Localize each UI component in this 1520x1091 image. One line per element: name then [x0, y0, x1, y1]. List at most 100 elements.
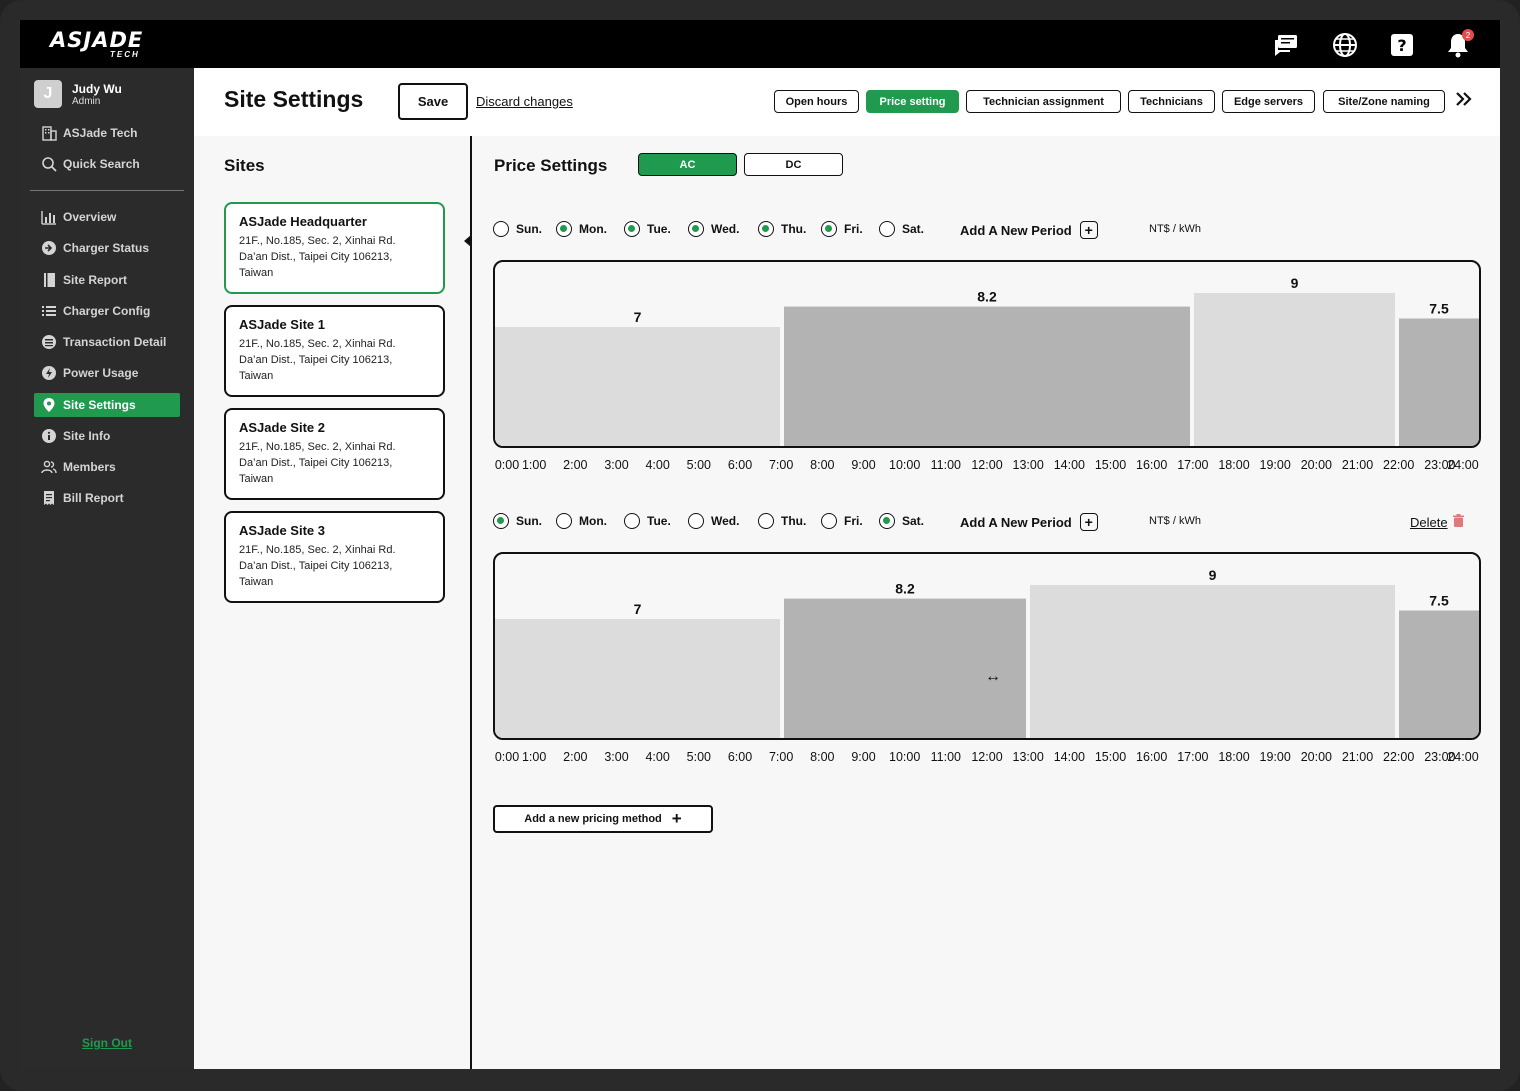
price-period-bar[interactable]: [495, 619, 780, 738]
tab-site-zone-naming[interactable]: Site/Zone naming: [1323, 90, 1445, 113]
chat-icon[interactable]: [1272, 31, 1300, 59]
radio-button[interactable]: [688, 221, 704, 237]
user-profile[interactable]: J Judy Wu Admin: [34, 80, 122, 108]
sidebar-item-members[interactable]: Members: [34, 455, 180, 479]
site-name: ASJade Site 2: [239, 420, 325, 435]
tab-price-setting[interactable]: Price setting: [866, 90, 959, 113]
sidebar-item-power-usage[interactable]: Power Usage: [34, 361, 180, 385]
radio-button[interactable]: [821, 221, 837, 237]
sidebar-item-charger-config[interactable]: Charger Config: [34, 299, 180, 323]
radio-button[interactable]: [556, 221, 572, 237]
day-option-sat[interactable]: Sat.: [879, 513, 924, 529]
pricing-method-1-days: Sun. Mon. Tue. Wed. Thu. Fri. Sat. Add A New Pe…: [493, 221, 1493, 241]
price-period-bar[interactable]: [1399, 318, 1479, 447]
radio-button[interactable]: [758, 513, 774, 529]
site-card-site-3[interactable]: ASJade Site 3 21F., No.185, Sec. 2, Xinh…: [224, 511, 445, 603]
hour-tick-label: 9:00: [851, 750, 876, 764]
day-option-tue[interactable]: Tue.: [624, 221, 671, 237]
price-period-bar[interactable]: [1194, 293, 1395, 446]
radio-button[interactable]: [879, 513, 895, 529]
bell-icon[interactable]: 2: [1444, 29, 1474, 59]
price-chart-1[interactable]: 7 8.2 9 7.5: [493, 260, 1481, 448]
price-period-bar[interactable]: [495, 327, 780, 446]
day-option-fri[interactable]: Fri.: [821, 513, 863, 529]
tab-open-hours[interactable]: Open hours: [774, 90, 859, 113]
hour-tick-label: 6:00: [727, 750, 753, 764]
add-period-label: Add A New Period: [960, 514, 1072, 530]
sidebar-item-asjade-tech[interactable]: ASJade Tech: [34, 121, 180, 145]
radio-button[interactable]: [879, 221, 895, 237]
radio-button[interactable]: [493, 513, 509, 529]
tab-technicians[interactable]: Technicians: [1128, 90, 1215, 113]
add-pricing-method-button[interactable]: Add a new pricing method +: [493, 805, 713, 833]
sidebar-item-label: ASJade Tech: [63, 126, 138, 140]
hour-tick-label: 13:00: [1012, 750, 1044, 764]
sidebar-item-transaction-detail[interactable]: Transaction Detail: [34, 330, 180, 354]
tab-edge-servers[interactable]: Edge servers: [1222, 90, 1315, 113]
more-tabs-icon[interactable]: [1454, 90, 1474, 114]
radio-button[interactable]: [556, 513, 572, 529]
sidebar-item-site-info[interactable]: Site Info: [34, 424, 180, 448]
book-icon: [41, 272, 57, 288]
price-period-bar[interactable]: [1399, 610, 1479, 739]
price-chart-2[interactable]: 7 8.2 9 7.5: [493, 552, 1481, 740]
site-address-line: Da’an Dist., Taipei City 106213,: [239, 251, 393, 263]
day-option-sun[interactable]: Sun.: [493, 221, 542, 237]
ac-toggle-button[interactable]: AC: [638, 153, 737, 176]
hour-tick-label: 18:00: [1218, 458, 1250, 472]
radio-button[interactable]: [688, 513, 704, 529]
radio-button[interactable]: [624, 221, 640, 237]
day-option-sun[interactable]: Sun.: [493, 513, 542, 529]
hour-axis-1: 0:00 1:00 2:00 3:00 4:00 5:00 6:00 7:00 8:00 9:00…: [493, 458, 1483, 474]
add-period-button[interactable]: Add A New Period +: [960, 513, 1098, 531]
day-option-wed[interactable]: Wed.: [688, 221, 739, 237]
site-card-site-1[interactable]: ASJade Site 1 21F., No.185, Sec. 2, Xinh…: [224, 305, 445, 397]
sidebar-item-quick-search[interactable]: Quick Search: [34, 152, 180, 176]
day-option-thu[interactable]: Thu.: [758, 513, 806, 529]
radio-button[interactable]: [624, 513, 640, 529]
top-bar: ASJADE TECH ? 2: [20, 20, 1500, 68]
price-period-value-label: 9: [1291, 275, 1299, 291]
price-period-value-label: 9: [1209, 567, 1217, 583]
radio-button[interactable]: [493, 221, 509, 237]
sidebar-item-site-report[interactable]: Site Report: [34, 268, 180, 292]
hour-tick-label: 22:00: [1383, 458, 1415, 472]
day-option-fri[interactable]: Fri.: [821, 221, 863, 237]
tab-technician-assignment[interactable]: Technician assignment: [966, 90, 1121, 113]
hour-tick-label: 17:00: [1177, 750, 1209, 764]
radio-button[interactable]: [821, 513, 837, 529]
hour-tick-label: 1:00: [521, 458, 547, 472]
radio-button[interactable]: [758, 221, 774, 237]
receipt-icon: [41, 490, 57, 506]
dc-toggle-button[interactable]: DC: [744, 153, 843, 176]
hour-tick-label: 20:00: [1300, 458, 1332, 472]
day-option-wed[interactable]: Wed.: [688, 513, 739, 529]
day-option-sat[interactable]: Sat.: [879, 221, 924, 237]
add-period-button[interactable]: Add A New Period +: [960, 221, 1098, 239]
site-card-headquarter[interactable]: ASJade Headquarter 21F., No.185, Sec. 2,…: [224, 202, 445, 294]
save-button[interactable]: Save: [398, 83, 468, 120]
sidebar-item-charger-status[interactable]: Charger Status: [34, 236, 180, 260]
price-period-bar[interactable]: [784, 306, 1190, 446]
hour-tick-label: 0:00: [494, 750, 520, 764]
day-option-tue[interactable]: Tue.: [624, 513, 671, 529]
day-option-thu[interactable]: Thu.: [758, 221, 806, 237]
sidebar-item-overview[interactable]: Overview: [34, 205, 180, 229]
help-icon[interactable]: ?: [1388, 31, 1416, 59]
site-address-line: 21F., No.185, Sec. 2, Xinhai Rd.: [239, 338, 396, 350]
sidebar-item-label: Transaction Detail: [63, 335, 167, 349]
sidebar-item-site-settings[interactable]: Site Settings: [34, 393, 180, 417]
sign-out-link[interactable]: Sign Out: [82, 1036, 132, 1050]
delete-method-button[interactable]: Delete: [1410, 514, 1464, 530]
price-period-bar[interactable]: [1030, 585, 1395, 738]
hour-tick-label: 14:00: [1053, 458, 1085, 472]
site-card-site-2[interactable]: ASJade Site 2 21F., No.185, Sec. 2, Xinh…: [224, 408, 445, 500]
sidebar-item-label: Charger Config: [63, 304, 151, 318]
day-option-mon[interactable]: Mon.: [556, 221, 607, 237]
hour-tick-label: 6:00: [727, 458, 753, 472]
sidebar-item-bill-report[interactable]: Bill Report: [34, 486, 180, 510]
globe-icon[interactable]: [1331, 31, 1359, 59]
discard-changes-link[interactable]: Discard changes: [476, 94, 573, 109]
day-option-mon[interactable]: Mon.: [556, 513, 607, 529]
day-label: Sun.: [516, 222, 542, 236]
